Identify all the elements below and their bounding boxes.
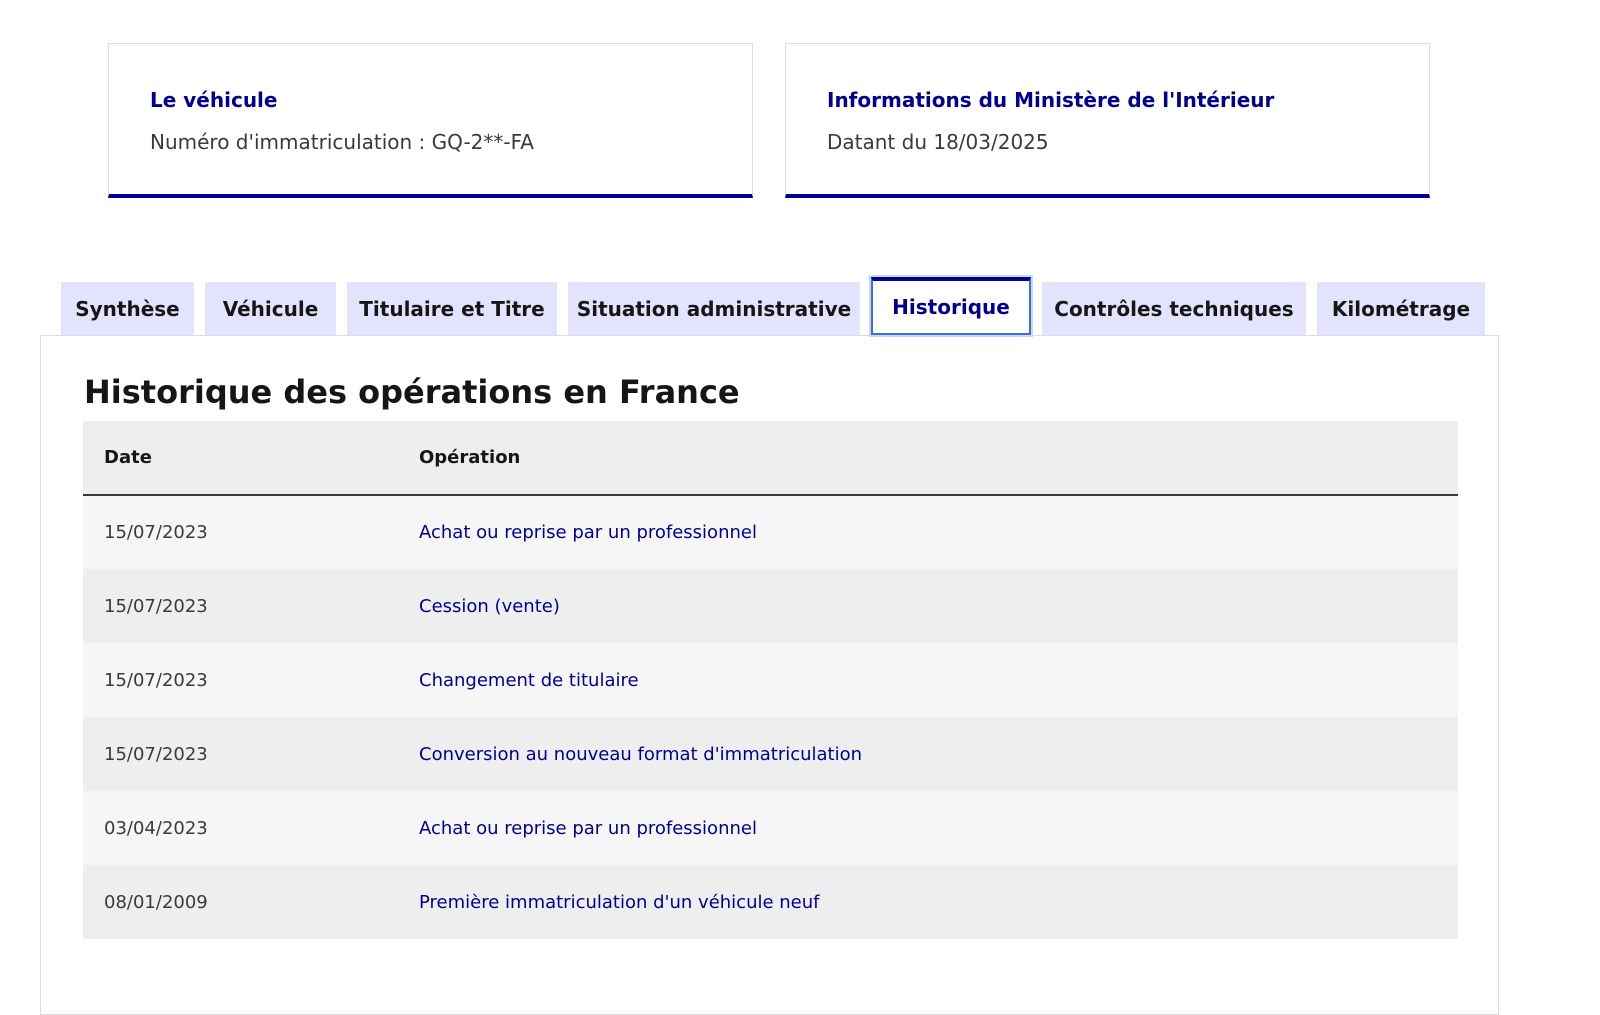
history-table: Date Opération 15/07/2023 Achat ou repri… xyxy=(83,421,1458,939)
tab-list: Synthèse Véhicule Titulaire et Titre Sit… xyxy=(61,277,1485,335)
column-header-date: Date xyxy=(83,421,398,496)
ministry-date: Datant du 18/03/2025 xyxy=(827,130,1049,154)
table-row: 15/07/2023 Achat ou reprise par un profe… xyxy=(83,495,1458,569)
vehicle-card: Le véhicule Numéro d'immatriculation : G… xyxy=(108,43,753,198)
table-row: 15/07/2023 Conversion au nouveau format … xyxy=(83,717,1458,791)
table-row: 15/07/2023 Changement de titulaire xyxy=(83,643,1458,717)
ministry-card-title: Informations du Ministère de l'Intérieur xyxy=(827,88,1275,112)
row-date: 15/07/2023 xyxy=(83,569,398,643)
row-operation: Achat ou reprise par un professionnel xyxy=(398,495,1458,569)
tab-titulaire-titre[interactable]: Titulaire et Titre xyxy=(347,282,557,335)
vehicle-registration: Numéro d'immatriculation : GQ-2**-FA xyxy=(150,130,534,154)
table-row: 03/04/2023 Achat ou reprise par un profe… xyxy=(83,791,1458,865)
tab-synthese[interactable]: Synthèse xyxy=(61,282,194,335)
table-header-row: Date Opération xyxy=(83,421,1458,496)
row-date: 15/07/2023 xyxy=(83,495,398,569)
vehicle-card-title: Le véhicule xyxy=(150,88,278,112)
row-operation: Cession (vente) xyxy=(398,569,1458,643)
table-row: 15/07/2023 Cession (vente) xyxy=(83,569,1458,643)
row-operation: Achat ou reprise par un professionnel xyxy=(398,791,1458,865)
table-row: 08/01/2009 Première immatriculation d'un… xyxy=(83,865,1458,939)
column-header-operation: Opération xyxy=(398,421,1458,496)
ministry-card: Informations du Ministère de l'Intérieur… xyxy=(785,43,1430,198)
row-operation: Changement de titulaire xyxy=(398,643,1458,717)
row-date: 03/04/2023 xyxy=(83,791,398,865)
tab-kilometrage[interactable]: Kilométrage xyxy=(1317,282,1485,335)
row-operation: Première immatriculation d'un véhicule n… xyxy=(398,865,1458,939)
history-title: Historique des opérations en France xyxy=(84,373,740,411)
tab-vehicule[interactable]: Véhicule xyxy=(205,282,336,335)
row-operation: Conversion au nouveau format d'immatricu… xyxy=(398,717,1458,791)
history-panel: Historique des opérations en France Date… xyxy=(40,335,1499,1015)
row-date: 08/01/2009 xyxy=(83,865,398,939)
row-date: 15/07/2023 xyxy=(83,643,398,717)
tab-situation-administrative[interactable]: Situation administrative xyxy=(568,282,860,335)
row-date: 15/07/2023 xyxy=(83,717,398,791)
tab-historique[interactable]: Historique xyxy=(871,277,1031,335)
tab-controles-techniques[interactable]: Contrôles techniques xyxy=(1042,282,1306,335)
